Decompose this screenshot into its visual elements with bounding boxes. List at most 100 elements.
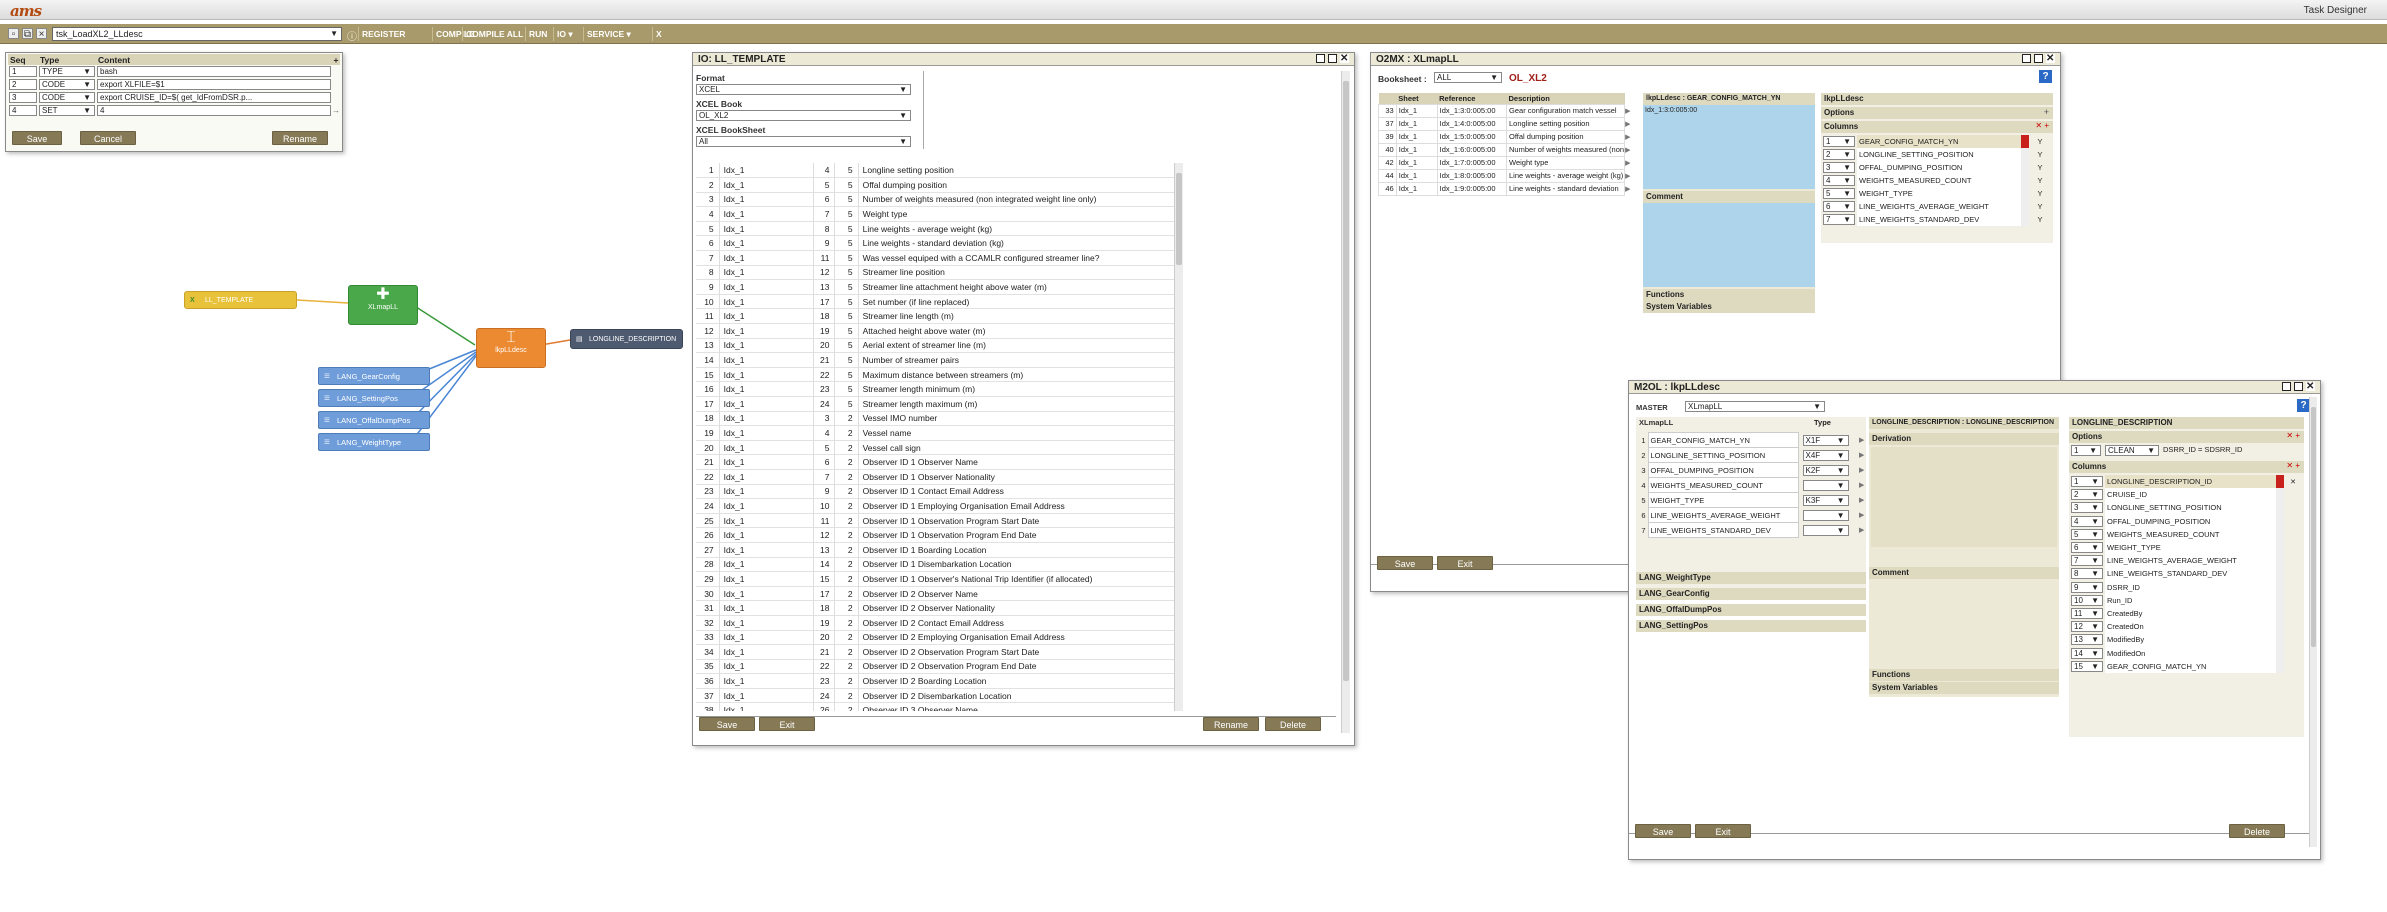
target-column-row[interactable]: 11 ▼ CreatedBy [2071,606,2302,621]
comment-field[interactable] [1643,203,1815,287]
column-seq-select[interactable]: 4 ▼ [2071,515,2103,527]
io-field-row[interactable]: 31 Idx_1 18 2 Observer ID 2 Observer Nationa… [696,600,1174,616]
window-close-icon[interactable]: ✕ [2306,382,2315,392]
column-seq-select[interactable]: 2 ▼ [2071,489,2103,501]
column-seq-select[interactable]: 7 ▼ [1823,214,1855,225]
column-seq-select[interactable]: 5 ▼ [1823,188,1855,199]
lang-section[interactable]: LANG_GearConfig [1636,588,1866,600]
target-column-row[interactable]: 2 ▼ LONGLINE_SETTING_POSITION Y [1823,148,2051,161]
io-field-row[interactable]: 32 Idx_1 19 2 Observer ID 2 Contact Email Ad… [696,615,1174,630]
remove-column-button[interactable]: ✕ + [2035,121,2049,130]
functions-label[interactable]: Functions [1643,289,1815,301]
column-seq-select[interactable]: 12 ▼ [2071,621,2103,633]
node-target[interactable]: ▤ LONGLINE_DESCRIPTION [570,329,683,349]
io-field-row[interactable]: 30 Idx_1 17 2 Observer ID 2 Observer Name [696,586,1174,601]
column-seq-select[interactable]: 5 ▼ [2071,528,2103,540]
io-window-scrollbar[interactable] [1341,71,1350,733]
expand-arrow-icon[interactable]: ▶ [1625,117,1633,130]
target-column-row[interactable]: 4 ▼ WEIGHTS_MEASURED_COUNT Y [1823,174,2051,187]
column-seq-select[interactable]: 3 ▼ [1823,162,1855,173]
io-field-row[interactable]: 19 Idx_1 4 2 Vessel name [696,425,1174,441]
io-field-row[interactable]: 23 Idx_1 9 2 Observer ID 1 Contact Email Add… [696,484,1174,499]
source-row[interactable]: 6 LINE_WEIGHTS_AVERAGE_WEIGHT ▼ ▶ [1636,507,1866,523]
column-seq-select[interactable]: 4 ▼ [1823,175,1855,186]
sheet-cell[interactable]: Idx_1 [1395,181,1438,196]
lang-section[interactable]: LANG_SettingPos [1636,620,1866,632]
io-field-row[interactable]: 7 Idx_1 11 5 Was vessel equiped with a CCAML… [696,250,1174,266]
expand-arrow-icon[interactable]: ▶ [1859,463,1866,478]
io-exit-button[interactable]: Exit [759,717,815,731]
node-lang[interactable]: LANG_OffalDumpPos [318,411,430,430]
mapping-row[interactable]: 44 Idx_1 Idx_1:8:0:005:00 Line weights - av… [1378,168,1633,183]
column-flag[interactable] [2284,581,2302,594]
mapping-row[interactable]: 33 Idx_1 Idx_1:3:0:005:00 Gear configuratio… [1378,103,1633,118]
io-field-row[interactable]: 3 Idx_1 6 5 Number of weights measured (non … [696,192,1174,207]
target-column-row[interactable]: 15 ▼ GEAR_CONFIG_MATCH_YN [2071,659,2302,673]
io-field-row[interactable]: 26 Idx_1 12 2 Observer ID 1 Observation Prog… [696,527,1174,543]
expand-arrow-icon[interactable]: ▶ [1625,169,1633,182]
io-field-row[interactable]: 14 Idx_1 21 5 Number of streamer pairs [696,352,1174,368]
remove-option-button[interactable]: ✕ + [2286,431,2300,440]
io-field-row[interactable]: 5 Idx_1 8 5 Line weights - average weight (k… [696,221,1174,236]
target-column-row[interactable]: 5 ▼ WEIGHTS_MEASURED_COUNT [2071,527,2302,541]
mapping-row[interactable]: 46 Idx_1 Idx_1:9:0:005:00 Line weights - st… [1378,181,1633,196]
column-flag[interactable]: Y [2029,135,2051,148]
mapping-row[interactable]: 42 Idx_1 Idx_1:7:0:005:00 Weight type ▶ [1378,155,1633,170]
io-field-row[interactable]: 12 Idx_1 19 5 Attached height above water (m… [696,323,1174,339]
sheet-cell[interactable]: Idx_1 [1395,129,1438,144]
sysvars-label[interactable]: System Variables [1869,682,2059,694]
reference-cell[interactable]: Idx_1:7:0:005:00 [1436,155,1508,170]
target-column-row[interactable]: 13 ▼ ModifiedBy [2071,633,2302,647]
derivation-field[interactable] [1871,447,2057,547]
column-flag[interactable] [2284,515,2302,528]
target-column-row[interactable]: 1 ▼ LONGLINE_DESCRIPTION_ID ✕ [2071,475,2302,489]
target-column-row[interactable]: 7 ▼ LINE_WEIGHTS_STANDARD_DEV Y [1823,213,2051,226]
type-select[interactable]: X4F ▼ [1802,449,1849,461]
target-column-row[interactable]: 10 ▼ Run_ID [2071,593,2302,607]
column-seq-select[interactable]: 1 ▼ [1823,136,1855,147]
io-scrollbar[interactable] [1174,163,1183,711]
column-seq-select[interactable]: 2 ▼ [1823,149,1855,160]
io-field-row[interactable]: 35 Idx_1 22 2 Observer ID 2 Observation Prog… [696,659,1174,674]
add-option-button[interactable]: + [2044,107,2049,117]
column-seq-select[interactable]: 3 ▼ [2071,502,2103,514]
io-field-row[interactable]: 2 Idx_1 5 5 Offal dumping position [696,177,1174,193]
column-seq-select[interactable]: 7 ▼ [2071,555,2103,567]
io-field-row[interactable]: 25 Idx_1 11 2 Observer ID 1 Observation Prog… [696,513,1174,528]
column-seq-select[interactable]: 6 ▼ [2071,542,2103,554]
reference-cell[interactable]: Idx_1:9:0:005:00 [1436,181,1508,196]
io-field-row[interactable]: 22 Idx_1 7 2 Observer ID 1 Observer National… [696,469,1174,485]
description-cell[interactable]: Offal dumping position [1506,129,1626,144]
description-cell[interactable]: Gear configuration match vessel [1506,103,1626,118]
column-flag[interactable] [2284,488,2302,501]
io-field-row[interactable]: 18 Idx_1 3 2 Vessel IMO number [696,411,1174,426]
column-flag[interactable]: Y [2029,187,2051,200]
target-column-row[interactable]: 1 ▼ GEAR_CONFIG_MATCH_YN Y [1823,135,2051,148]
maximize-icon[interactable] [1328,54,1337,63]
o2mx-exit-button[interactable]: Exit [1437,556,1493,570]
expand-arrow-icon[interactable]: ▶ [1625,104,1633,117]
description-cell[interactable]: Number of weights measured (non [1506,142,1626,157]
column-flag[interactable]: Y [2029,213,2051,226]
remove-column-button[interactable]: ✕ + [2286,461,2300,470]
column-seq-select[interactable]: 10 ▼ [2071,594,2103,606]
m2ol-exit-button[interactable]: Exit [1695,824,1751,838]
booksheet-select[interactable]: ALL ▼ [1434,72,1502,83]
node-lang[interactable]: LANG_GearConfig [318,367,430,386]
sheet-cell[interactable]: Idx_1 [1395,155,1438,170]
io-field-row[interactable]: 1 Idx_1 4 5 Longline setting position [696,163,1174,178]
io-window-title[interactable]: IO: LL_TEMPLATE ✕ [693,53,1354,66]
help-icon[interactable]: ? [2039,70,2052,83]
type-select[interactable]: ▼ [1802,524,1849,536]
source-row[interactable]: 3 OFFAL_DUMPING_POSITION K2F ▼ ▶ [1636,462,1866,478]
sheet-select[interactable]: All ▼ [696,136,911,147]
io-field-row[interactable]: 33 Idx_1 20 2 Observer ID 2 Employing Organi… [696,630,1174,645]
source-row[interactable]: 1 GEAR_CONFIG_MATCH_YN X1F ▼ ▶ [1636,432,1866,448]
sheet-cell[interactable]: Idx_1 [1395,142,1438,157]
maximize-icon[interactable] [2294,382,2303,391]
minimize-icon[interactable] [1316,54,1325,63]
io-field-row[interactable]: 13 Idx_1 20 5 Aerial extent of streamer line… [696,338,1174,353]
column-seq-select[interactable]: 13 ▼ [2071,634,2103,646]
io-field-row[interactable]: 20 Idx_1 5 2 Vessel call sign [696,440,1174,455]
column-seq-select[interactable]: 1 ▼ [2071,476,2103,488]
